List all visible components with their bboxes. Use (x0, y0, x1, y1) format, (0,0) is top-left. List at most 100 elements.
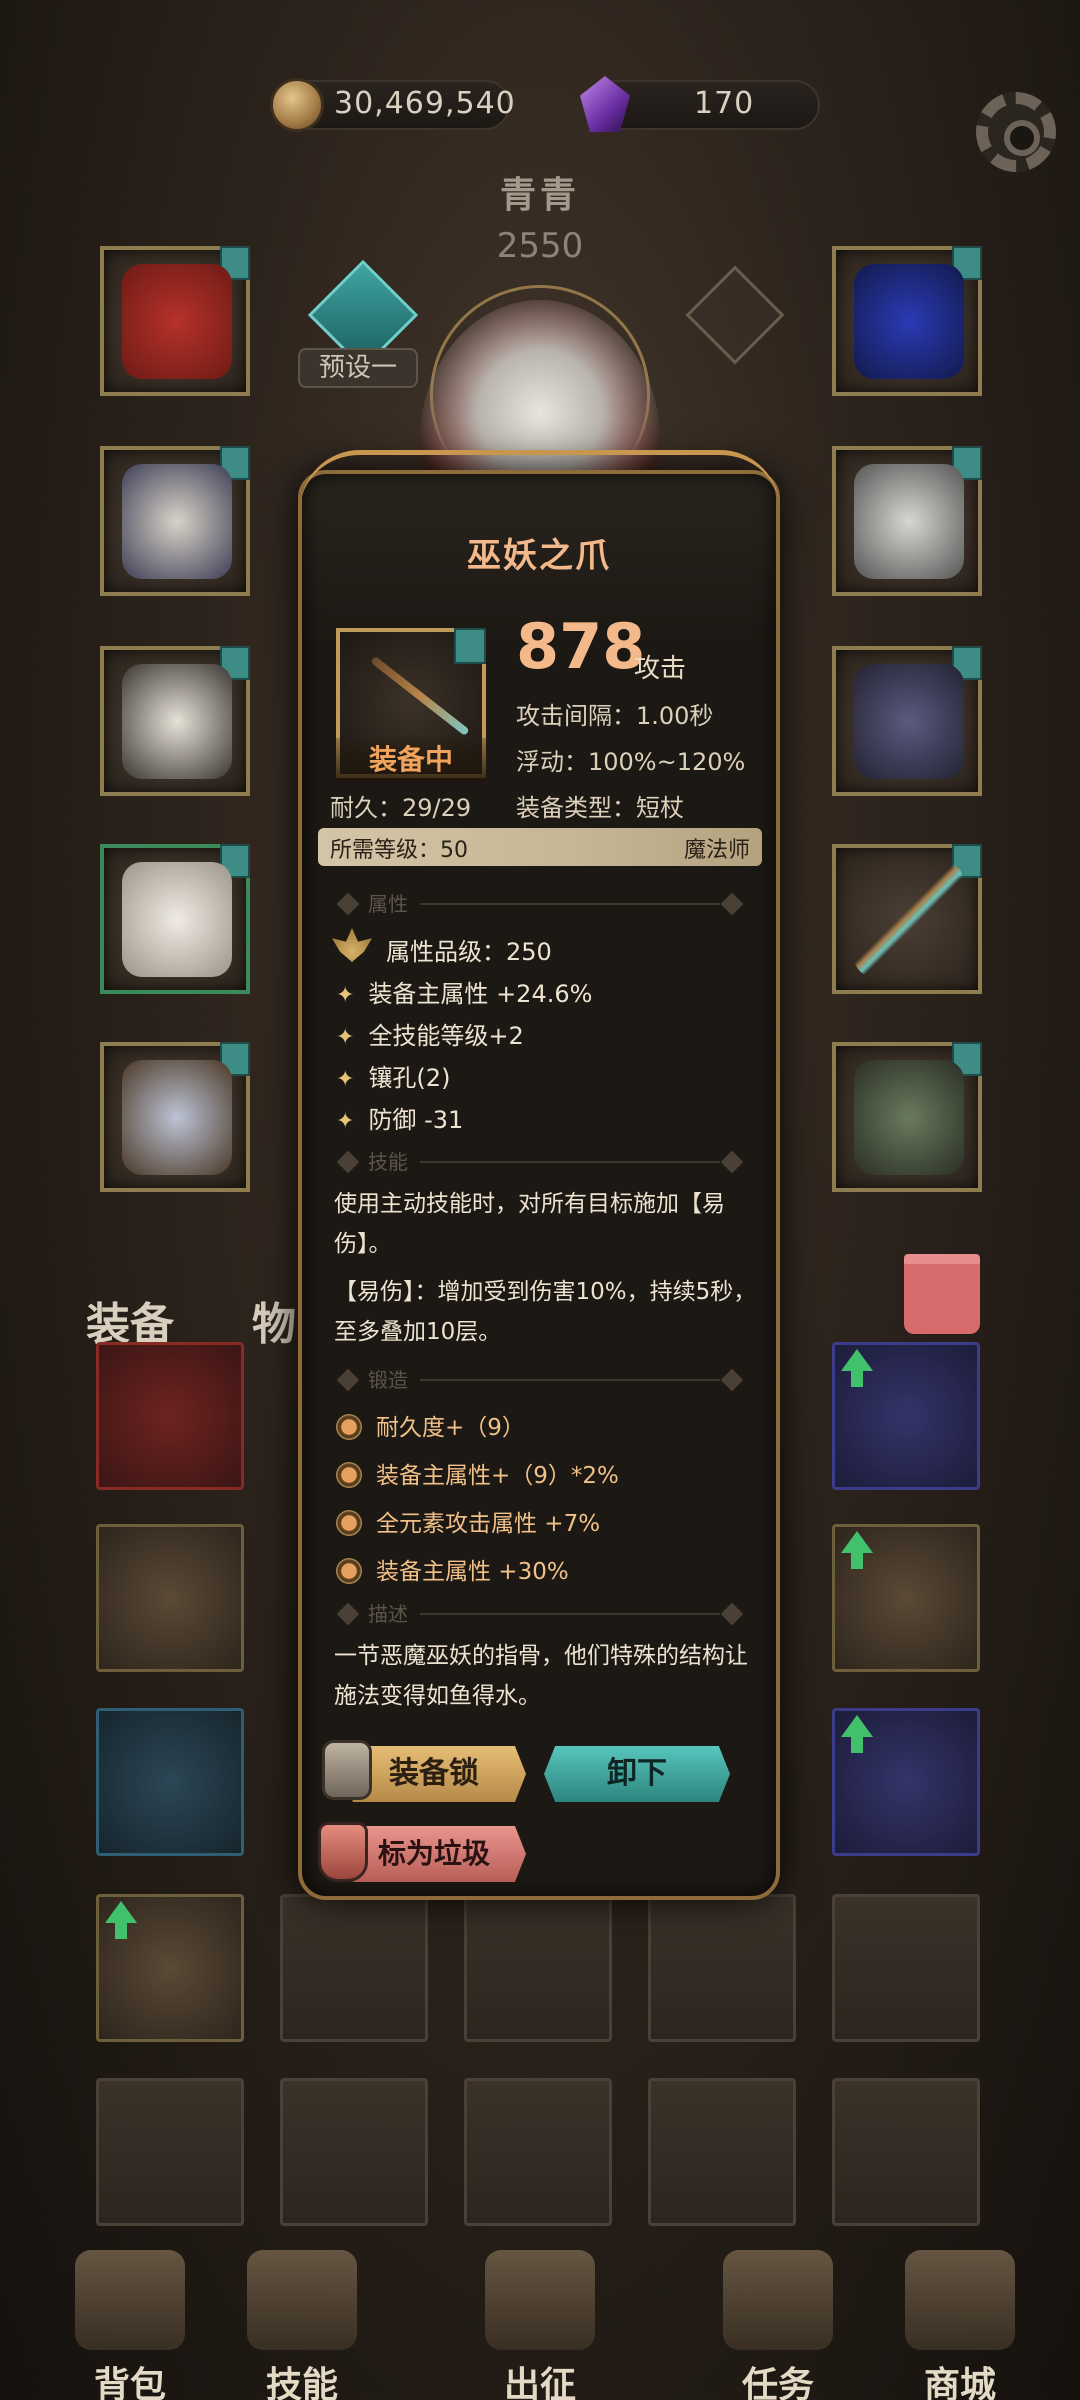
required-level: 所需等级：50 (330, 838, 468, 863)
section-label: 技能 (368, 1150, 408, 1174)
equip-slot-gloves[interactable] (832, 1042, 982, 1192)
inventory-slot-empty[interactable] (464, 1894, 612, 2042)
forge-dot-icon (336, 1509, 362, 1536)
inventory-slot-empty[interactable] (280, 1894, 428, 2042)
armor-helmet-icon (122, 464, 232, 579)
forge-line: 装备主属性+（9）*2% (336, 1456, 619, 1490)
quest-scroll-icon (723, 2250, 833, 2350)
gem-amount: 170 (694, 86, 755, 121)
attack-unit: 攻击 (634, 654, 687, 684)
forge-dot-icon (336, 1557, 362, 1584)
upgrade-arrow-icon (841, 1349, 873, 1387)
skill-book-icon (247, 2250, 357, 2350)
mark-junk-button[interactable]: 标为垃圾 (342, 1826, 526, 1882)
leaf-shoulder-icon (854, 464, 964, 579)
shop-crown-icon (905, 2250, 1015, 2350)
inventory-slot[interactable] (96, 1894, 244, 2042)
gold-coin-icon (270, 78, 324, 132)
staff-weapon-icon (854, 862, 964, 977)
equip-slot-shoulder[interactable] (832, 446, 982, 596)
nav-label: 出征 (503, 2365, 576, 2400)
forge-line: 全元素攻击属性 +7% (336, 1504, 600, 1538)
settings-gear-icon[interactable] (976, 92, 1056, 172)
sparkle-icon: ✦ (336, 1067, 355, 1092)
junk-lantern-icon (318, 1822, 368, 1882)
sparkle-icon: ✦ (336, 983, 355, 1008)
attack-interval: 攻击间隔：1.00秒 (516, 702, 714, 730)
backpack-icon (75, 2250, 185, 2350)
forge-dot-icon (336, 1413, 362, 1440)
white-armor-icon (122, 664, 232, 779)
section-label: 属性 (368, 892, 408, 916)
equip-slot-helmet[interactable] (100, 446, 250, 596)
nav-quests[interactable]: 任务 (688, 2250, 868, 2400)
forge-text: 装备主属性+（9）*2% (376, 1463, 619, 1489)
inventory-slot-empty[interactable] (280, 2078, 428, 2226)
upgrade-arrow-icon (841, 1715, 873, 1753)
forge-dot-icon (336, 1461, 362, 1488)
claw-gloves-icon (854, 1060, 964, 1175)
item-title: 巫妖之爪 (467, 536, 611, 576)
equip-slot-weapon[interactable] (832, 844, 982, 994)
slot-tag (454, 628, 486, 664)
equip-slot-pants[interactable] (100, 844, 250, 994)
required-class: 魔法师 (683, 838, 750, 863)
forge-text: 耐久度+（9） (376, 1415, 525, 1441)
equipped-badge: 装备中 (336, 738, 486, 782)
nav-label: 商城 (923, 2365, 996, 2400)
sparkle-icon: ✦ (336, 1109, 355, 1134)
section-label: 锻造 (368, 1368, 408, 1392)
attribute-text: 装备主属性 +24.6% (368, 980, 593, 1008)
inventory-slot-empty[interactable] (832, 1894, 980, 2042)
forge-line: 耐久度+（9） (336, 1408, 525, 1442)
section-label: 描述 (368, 1602, 408, 1626)
durability: 耐久：29/29 (330, 794, 472, 822)
nav-battle[interactable]: 出征 (450, 2250, 630, 2400)
inventory-slot[interactable] (832, 1708, 980, 1856)
inventory-slot[interactable] (96, 1342, 244, 1490)
upgrade-arrow-icon (841, 1531, 873, 1569)
inventory-slot[interactable] (832, 1342, 980, 1490)
variance: 浮动：100%~120% (516, 748, 746, 776)
nav-label: 任务 (741, 2365, 814, 2400)
inventory-slot-empty[interactable] (464, 2078, 612, 2226)
nav-backpack[interactable]: 背包 (40, 2250, 220, 2400)
item-description: 一节恶魔巫妖的指骨，他们特殊的结构让施法变得如鱼得水。 (334, 1643, 748, 1709)
inventory-slot[interactable] (832, 1524, 980, 1672)
inventory-slot-empty[interactable] (96, 2078, 244, 2226)
upgrade-arrow-icon (105, 1901, 137, 1939)
skill-text: 【易伤】：增加受到伤害10%，持续5秒，至多叠加10层。 (334, 1279, 757, 1345)
attack-value: 878 (516, 610, 646, 683)
attribute-line: ✦ 防御 -31 (336, 1100, 463, 1135)
blue-heart-necklace-icon (854, 264, 964, 379)
equip-slot-necklace[interactable] (832, 246, 982, 396)
equip-slot-cloak[interactable] (100, 246, 250, 396)
equip-slot-armor[interactable] (100, 646, 250, 796)
inventory-slot-empty[interactable] (648, 1894, 796, 2042)
skill-text: 使用主动技能时，对所有目标施加【易伤】。 (334, 1191, 725, 1257)
forge-line: 装备主属性 +30% (336, 1552, 569, 1586)
nav-shop[interactable]: 商城 (870, 2250, 1050, 2400)
hero-name: 青青 (499, 175, 580, 216)
equip-slot-boots[interactable] (100, 1042, 250, 1192)
attr-grade: 属性品级：250 (386, 938, 552, 966)
nav-skills[interactable]: 技能 (212, 2250, 392, 2400)
inventory-slot[interactable] (96, 1524, 244, 1672)
staff-icon (370, 655, 470, 737)
preset-label[interactable]: 预设一 (298, 348, 418, 388)
boots-icon (122, 1060, 232, 1175)
attribute-text: 镶孔(2) (368, 1064, 451, 1092)
trash-icon[interactable] (904, 1254, 980, 1334)
nav-label: 技能 (265, 2365, 338, 2400)
inventory-slot-empty[interactable] (648, 2078, 796, 2226)
sparkle-icon: ✦ (336, 1025, 355, 1050)
inventory-slot-empty[interactable] (832, 2078, 980, 2226)
section-header-forge: 锻造 (330, 1364, 750, 1394)
unequip-button[interactable]: 卸下 (544, 1746, 730, 1802)
inventory-slot[interactable] (96, 1708, 244, 1856)
equip-slot-offhand[interactable] (832, 646, 982, 796)
attribute-line: ✦ 装备主属性 +24.6% (336, 974, 592, 1009)
equip-type: 装备类型：短杖 (516, 794, 684, 822)
section-header-skill: 技能 (330, 1146, 750, 1176)
class-slot-icon[interactable] (685, 265, 785, 365)
